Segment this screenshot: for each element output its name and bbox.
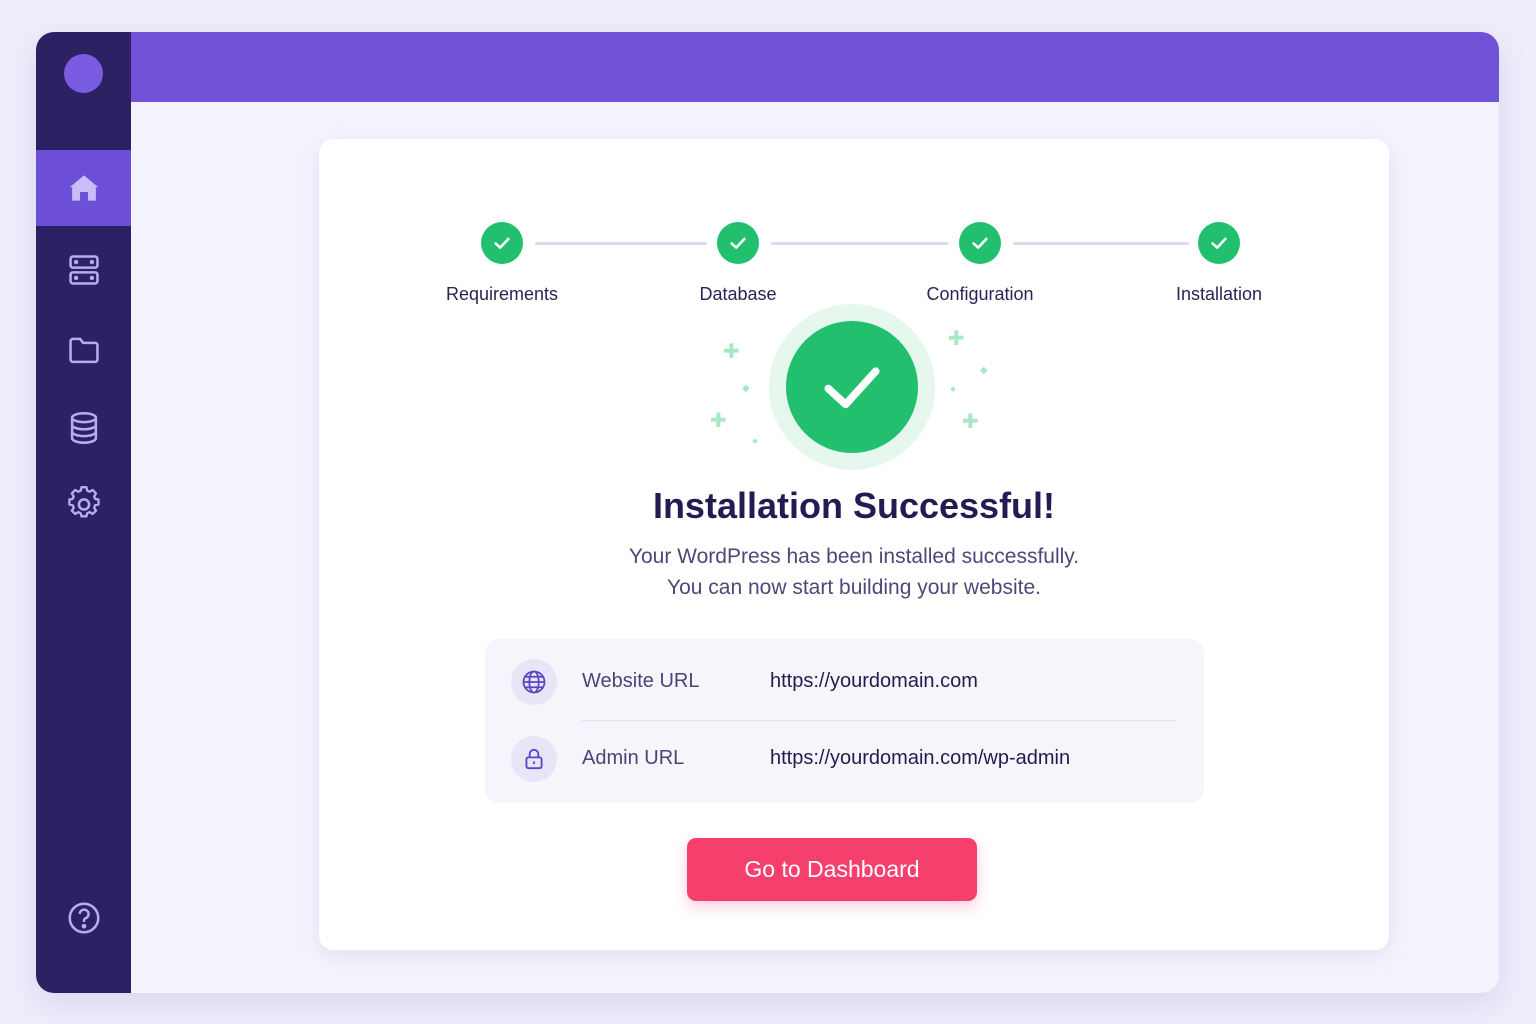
sidebar-item-home[interactable]: [36, 150, 131, 226]
divider: [581, 720, 1176, 721]
server-icon: [68, 255, 99, 285]
home-icon: [69, 175, 98, 201]
website-url-row: Website URL https://yourdomain.com: [485, 648, 1204, 718]
sparkle-icon: ✚: [723, 341, 740, 363]
sparkle-icon: ◆: [742, 383, 750, 394]
step-requirements: Requirements: [402, 222, 602, 305]
help-icon: [67, 902, 100, 934]
admin-url-row: Admin URL https://yourdomain.com/wp-admi…: [485, 725, 1204, 795]
website-url-label: Website URL: [582, 670, 700, 692]
database-icon: [70, 412, 97, 444]
go-to-dashboard-button[interactable]: Go to Dashboard: [687, 838, 977, 901]
lock-icon: [511, 736, 557, 782]
gear-icon: [67, 486, 100, 518]
logo: [64, 54, 103, 93]
sparkle-icon: ✚: [710, 410, 727, 432]
step-installation: Installation: [1119, 222, 1319, 305]
sidebar-item-server[interactable]: [36, 232, 131, 308]
success-message-line-2: You can now start building your website.: [667, 576, 1041, 599]
website-url-link[interactable]: https://yourdomain.com: [770, 670, 978, 693]
top-bar: [131, 32, 1499, 102]
step-database: Database: [638, 222, 838, 305]
sidebar-item-files[interactable]: [36, 312, 131, 388]
success-message-line-1: Your WordPress has been installed succes…: [628, 545, 1080, 568]
check-icon: [1198, 222, 1240, 264]
admin-url-link[interactable]: https://yourdomain.com/wp-admin: [770, 747, 1070, 770]
sparkle-icon: ◆: [980, 365, 988, 376]
step-label: Configuration: [926, 284, 1034, 304]
sparkle-icon: ●: [752, 436, 759, 447]
sparkle-icon: ✚: [962, 411, 979, 433]
success-card: Requirements Database Configuration Inst…: [319, 139, 1389, 950]
step-label: Installation: [1175, 284, 1263, 304]
check-icon: [717, 222, 759, 264]
sparkle-icon: ●: [950, 384, 957, 395]
folder-icon: [68, 337, 99, 364]
success-check-icon: [786, 321, 918, 453]
admin-url-label: Admin URL: [582, 747, 685, 769]
check-icon: [959, 222, 1001, 264]
sidebar: [36, 32, 131, 993]
sidebar-item-database[interactable]: [36, 390, 131, 466]
globe-icon: [511, 659, 557, 705]
step-configuration: Configuration: [880, 222, 1080, 305]
success-title: Installation Successful!: [652, 485, 1056, 526]
sparkle-icon: ✚: [948, 328, 965, 350]
sidebar-item-help[interactable]: [36, 880, 131, 956]
installer-window: Requirements Database Configuration Inst…: [36, 32, 1499, 993]
sidebar-item-settings[interactable]: [36, 466, 131, 542]
step-label: Database: [699, 284, 777, 304]
check-icon: [481, 222, 523, 264]
step-label: Requirements: [445, 284, 559, 304]
site-info-panel: Website URL https://yourdomain.com Admin…: [485, 639, 1204, 803]
